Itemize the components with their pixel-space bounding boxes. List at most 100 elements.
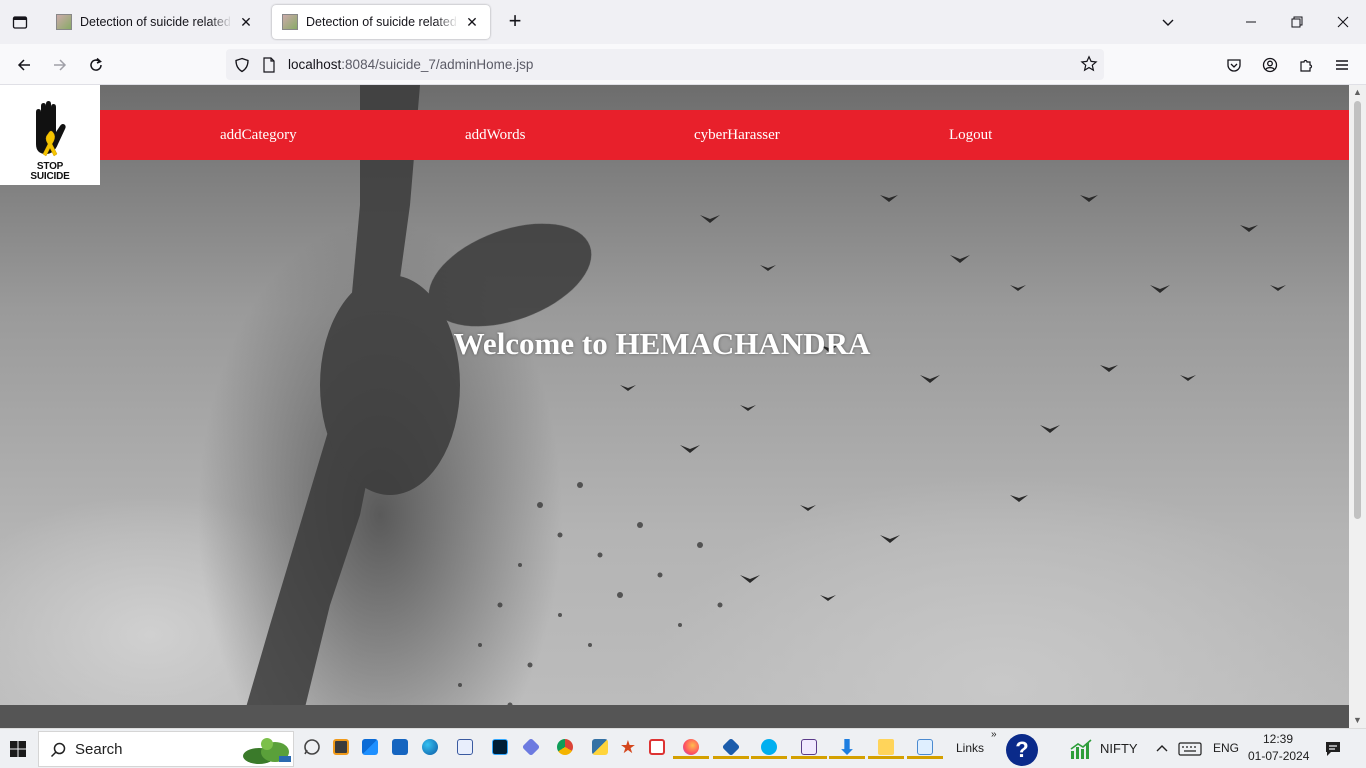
nifty-label[interactable]: NIFTY	[1100, 741, 1138, 756]
clock-date[interactable]: 01-07-2024	[1248, 749, 1309, 763]
taskbar-notepad2-app[interactable]	[907, 735, 943, 759]
nav-link-add-words[interactable]: addWords	[465, 110, 525, 160]
url-host: localhost	[288, 57, 342, 72]
chevron-down-icon	[1162, 19, 1174, 26]
taskbar-app-cube[interactable]	[519, 735, 543, 759]
scroll-down-arrow-icon[interactable]: ▼	[1352, 715, 1363, 726]
nav-link-cyber-harasser[interactable]: cyberHarasser	[694, 110, 780, 160]
account-button[interactable]	[1257, 52, 1283, 78]
close-window-button[interactable]	[1320, 0, 1366, 44]
hand-ribbon-logo-icon	[36, 101, 66, 157]
reload-icon	[90, 57, 102, 71]
document-icon	[457, 739, 473, 755]
help-question-icon[interactable]: ?	[1006, 734, 1038, 766]
python-icon	[592, 739, 608, 755]
restore-icon	[1291, 16, 1303, 28]
reload-button[interactable]	[83, 52, 109, 78]
minimize-button[interactable]	[1228, 0, 1274, 44]
photoshop-icon	[492, 739, 508, 755]
new-tab-button[interactable]: +	[503, 10, 527, 34]
taskbar-store-app[interactable]	[358, 735, 382, 759]
logo-text-suicide: SUICIDE	[30, 171, 70, 182]
back-button[interactable]	[11, 52, 37, 78]
taskbar-photoshop-app[interactable]	[488, 735, 512, 759]
running-indicator	[868, 756, 904, 759]
notepad-icon	[917, 739, 933, 755]
forward-button[interactable]	[47, 52, 73, 78]
taskbar-star-app[interactable]: ★	[616, 735, 640, 759]
pocket-icon	[1227, 59, 1241, 72]
windows-start-icon[interactable]	[10, 741, 26, 757]
tab-title: Detection of suicide related pos	[80, 15, 232, 29]
stock-chart-icon[interactable]	[1070, 739, 1092, 759]
search-label: Search	[75, 740, 123, 758]
close-tab-icon[interactable]: ✕	[464, 14, 480, 30]
taskbar-sublime-app[interactable]	[329, 735, 353, 759]
page-info-icon[interactable]	[262, 56, 276, 73]
page-scrollbar[interactable]: ▲ ▼	[1349, 85, 1366, 728]
url-bar[interactable]: localhost:8084/suicide_7/adminHome.jsp	[226, 49, 1104, 80]
extensions-button[interactable]	[1293, 52, 1319, 78]
edge-icon	[422, 739, 438, 755]
tracking-shield-icon[interactable]	[234, 57, 250, 73]
nav-link-logout[interactable]: Logout	[949, 110, 992, 160]
firefox-view-button[interactable]	[8, 10, 32, 34]
tab-favicon-icon	[56, 14, 72, 30]
scrollbar-thumb[interactable]	[1354, 101, 1361, 519]
nav-link-add-category[interactable]: addCategory	[220, 110, 297, 160]
tab-2-active[interactable]: Detection of suicide related pos ✕	[272, 5, 490, 39]
taskbar-python-app[interactable]	[588, 735, 612, 759]
url-path: :8084/suicide_7/adminHome.jsp	[341, 57, 534, 72]
app-menu-button[interactable]	[1329, 52, 1355, 78]
chevron-up-icon[interactable]	[1156, 743, 1168, 753]
taskbar-file-explorer-app[interactable]	[868, 735, 904, 759]
links-toolbar-label[interactable]: Links	[956, 741, 984, 755]
chrome-icon	[557, 739, 573, 755]
tab-favicon-icon	[282, 14, 298, 30]
taskbar-notepad-app[interactable]	[453, 735, 477, 759]
tab-1[interactable]: Detection of suicide related pos ✕	[46, 5, 264, 39]
language-indicator[interactable]: ENG	[1213, 741, 1239, 755]
close-icon	[1337, 16, 1349, 28]
bookmark-star-icon[interactable]	[1080, 55, 1098, 73]
list-all-tabs-button[interactable]	[1145, 0, 1191, 44]
taskbar-mail-app[interactable]	[388, 735, 412, 759]
running-indicator	[791, 756, 827, 759]
running-indicator	[829, 756, 865, 759]
running-indicator	[907, 756, 943, 759]
taskbar-app-red[interactable]	[645, 735, 669, 759]
virtualbox-icon	[721, 737, 741, 757]
keyboard-icon[interactable]	[1178, 741, 1202, 757]
url-text[interactable]: localhost:8084/suicide_7/adminHome.jsp	[288, 57, 533, 72]
taskbar-edge-app[interactable]	[418, 735, 442, 759]
search-highlight-image-icon	[243, 738, 291, 764]
scroll-up-arrow-icon[interactable]: ▲	[1352, 87, 1363, 98]
notification-center-icon[interactable]	[1324, 740, 1342, 758]
close-tab-icon[interactable]: ✕	[238, 14, 254, 30]
welcome-text: Welcome to HEMACHANDRA	[453, 326, 871, 361]
taskbar-eclipse-app[interactable]	[791, 735, 827, 759]
puzzle-icon	[1300, 59, 1313, 72]
taskbar-firefox-app[interactable]	[673, 735, 709, 759]
taskbar-skype-app[interactable]	[751, 735, 787, 759]
restore-button[interactable]	[1274, 0, 1320, 44]
taskbar-chrome-app[interactable]	[553, 735, 577, 759]
tab-strip: Detection of suicide related pos ✕ Detec…	[0, 0, 1366, 44]
background-image	[240, 85, 1286, 728]
hamburger-menu-icon	[1336, 60, 1348, 70]
mail-icon	[392, 739, 408, 755]
taskbar-search-box[interactable]: Search	[38, 731, 294, 767]
eclipse-icon	[801, 739, 817, 755]
links-expand-icon[interactable]: »	[991, 729, 997, 740]
taskbar-downloads-app[interactable]: ⬇	[829, 735, 865, 759]
folder-icon	[878, 739, 894, 755]
app-red-icon	[649, 739, 665, 755]
pocket-button[interactable]	[1221, 52, 1247, 78]
bird-particles	[458, 482, 723, 708]
stop-suicide-logo: STOP SUICIDE	[0, 85, 100, 185]
skype-icon	[761, 739, 777, 755]
clock-time[interactable]: 12:39	[1263, 732, 1293, 746]
taskbar-whatsapp-app[interactable]	[300, 735, 324, 759]
taskbar-virtualbox-app[interactable]	[713, 735, 749, 759]
windows-taskbar: Search ★ ⬇ Links » ? NIFTY ENG 12:39 01-…	[0, 728, 1366, 768]
